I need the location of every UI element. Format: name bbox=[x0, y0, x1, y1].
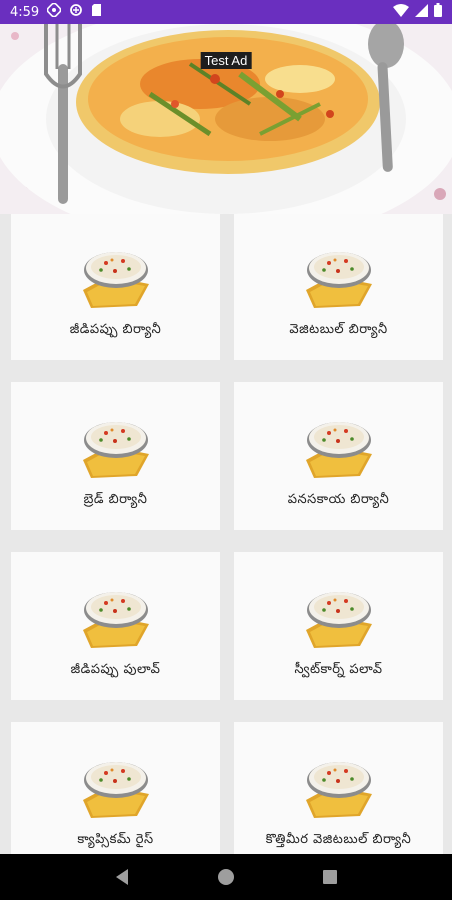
biryani-bowl-thumbnail bbox=[79, 588, 153, 654]
recipe-tile[interactable]: జీడిపప్పు పులావ్ bbox=[11, 552, 220, 700]
biryani-bowl-thumbnail bbox=[79, 248, 153, 314]
test-ad-label: Test Ad bbox=[200, 52, 252, 69]
banner-ad[interactable]: Test Ad bbox=[0, 24, 452, 214]
recipe-title: పనసకాయ బిర్యానీ bbox=[287, 492, 390, 507]
biryani-bowl-thumbnail bbox=[302, 588, 376, 654]
signal-icon bbox=[415, 3, 428, 21]
recipe-title: వెజిటబుల్ బిర్యానీ bbox=[289, 322, 388, 337]
recipe-tile[interactable]: జీడిపప్పు బిర్యానీ bbox=[11, 214, 220, 360]
recipe-tile[interactable]: వెజిటబుల్ బిర్యానీ bbox=[234, 214, 443, 360]
recipe-tile[interactable]: క్యాప్సికమ్ రైస్ bbox=[11, 722, 220, 854]
recipe-title: స్వీట్‌కార్న్ పలావ్ bbox=[294, 662, 383, 677]
back-icon[interactable] bbox=[107, 862, 137, 892]
battery-icon bbox=[434, 3, 442, 21]
recipe-title: జీడిపప్పు బిర్యానీ bbox=[69, 322, 162, 337]
status-bar: 4:59 bbox=[0, 0, 452, 24]
recipe-tile[interactable]: పనసకాయ బిర్యానీ bbox=[234, 382, 443, 530]
notification-icon bbox=[46, 2, 62, 21]
recipe-title: కొత్తిమీర వెజిటబుల్ బిర్యానీ bbox=[265, 832, 412, 847]
biryani-bowl-thumbnail bbox=[79, 418, 153, 484]
biryani-bowl-thumbnail bbox=[79, 758, 153, 824]
recents-icon[interactable] bbox=[315, 862, 345, 892]
recipe-title: క్యాప్సికమ్ రైస్ bbox=[77, 832, 154, 847]
biryani-bowl-thumbnail bbox=[302, 418, 376, 484]
status-time: 4:59 bbox=[10, 4, 40, 20]
recipe-title: జీడిపప్పు పులావ్ bbox=[70, 662, 161, 677]
home-icon[interactable] bbox=[211, 862, 241, 892]
biryani-bowl-thumbnail bbox=[302, 248, 376, 314]
recipe-tile[interactable]: స్వీట్‌కార్న్ పలావ్ bbox=[234, 552, 443, 700]
navigation-bar bbox=[0, 854, 452, 900]
recipe-title: బ్రెడ్ బిర్యానీ bbox=[83, 492, 148, 507]
data-saver-icon bbox=[69, 3, 83, 21]
recipe-grid: జీడిపప్పు బిర్యానీ వెజిటబుల్ బిర్యానీ బ్… bbox=[0, 214, 452, 854]
sd-card-icon bbox=[91, 3, 102, 21]
wifi-icon bbox=[393, 3, 409, 21]
recipe-tile[interactable]: కొత్తిమీర వెజిటబుల్ బిర్యానీ bbox=[234, 722, 443, 854]
recipe-tile[interactable]: బ్రెడ్ బిర్యానీ bbox=[11, 382, 220, 530]
biryani-bowl-thumbnail bbox=[302, 758, 376, 824]
